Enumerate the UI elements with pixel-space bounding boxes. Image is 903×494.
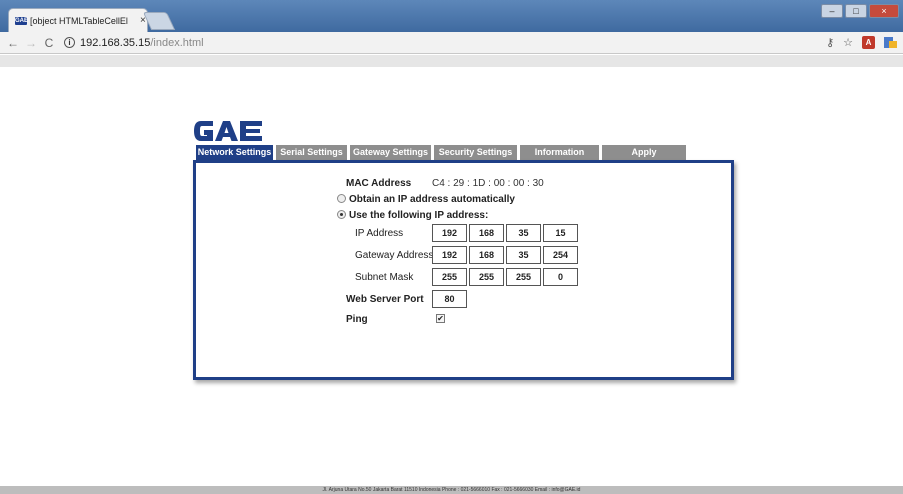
forward-arrow-icon[interactable]: →	[22, 36, 40, 50]
ip-octet-3[interactable]: 35	[506, 224, 541, 242]
toolbar-actions: ⚷ ☆ A	[826, 36, 897, 49]
tab-security-settings[interactable]: Security Settings	[434, 145, 517, 160]
page-header-band	[0, 55, 903, 67]
subnet-octet-4[interactable]: 0	[543, 268, 578, 286]
back-arrow-icon[interactable]: ←	[4, 36, 22, 50]
ip-octet-1[interactable]: 192	[432, 224, 467, 242]
extension-icon[interactable]	[884, 36, 897, 49]
auto-ip-radio[interactable]	[337, 194, 346, 203]
subnet-mask-label: Subnet Mask	[355, 272, 414, 283]
mac-address-value: C4 : 29 : 1D : 00 : 00 : 30	[432, 178, 544, 189]
subnet-octet-1[interactable]: 255	[432, 268, 467, 286]
ip-octet-4[interactable]: 15	[543, 224, 578, 242]
tab-serial-settings[interactable]: Serial Settings	[276, 145, 347, 160]
browser-toolbar: ← → C i 192.168.35.15/index.html	[0, 32, 903, 54]
web-server-port-input[interactable]: 80	[432, 290, 467, 308]
key-icon[interactable]: ⚷	[826, 36, 834, 49]
tab-information[interactable]: Information	[520, 145, 599, 160]
manual-ip-radio[interactable]	[337, 210, 346, 219]
browser-tab[interactable]: GAE [object HTMLTableCellEl ×	[8, 8, 148, 32]
mac-address-label: MAC Address	[346, 178, 412, 189]
info-icon[interactable]: i	[64, 37, 75, 48]
web-server-port-label: Web Server Port	[346, 294, 424, 305]
tab-gateway-settings[interactable]: Gateway Settings	[350, 145, 431, 160]
gae-favicon-icon: GAE	[15, 16, 29, 25]
ping-checkbox[interactable]: ✔	[436, 314, 445, 323]
ip-octet-2[interactable]: 168	[469, 224, 504, 242]
subnet-octet-2[interactable]: 255	[469, 268, 504, 286]
manual-ip-label[interactable]: Use the following IP address:	[349, 210, 488, 221]
star-icon[interactable]: ☆	[843, 36, 853, 49]
tab-apply[interactable]: Apply	[602, 145, 686, 160]
gateway-octet-4[interactable]: 254	[543, 246, 578, 264]
gae-logo	[194, 121, 262, 141]
gateway-octet-1[interactable]: 192	[432, 246, 467, 264]
settings-tabs: Network Settings Serial Settings Gateway…	[196, 145, 689, 160]
pdf-extension-icon[interactable]: A	[862, 36, 875, 49]
gateway-octet-3[interactable]: 35	[506, 246, 541, 264]
reload-icon[interactable]: C	[40, 36, 58, 50]
gateway-address-label: Gateway Address	[355, 250, 434, 261]
ping-label: Ping	[346, 314, 368, 325]
address-bar[interactable]: i 192.168.35.15/index.html	[64, 37, 204, 49]
maximize-button[interactable]: □	[845, 4, 867, 18]
page-footer: Jl. Arjuna Utara No.50 Jakarta Barat 115…	[0, 486, 903, 494]
window-controls: – □ ×	[821, 4, 899, 18]
minimize-button[interactable]: –	[821, 4, 843, 18]
gateway-octet-2[interactable]: 168	[469, 246, 504, 264]
subnet-octet-3[interactable]: 255	[506, 268, 541, 286]
close-window-button[interactable]: ×	[869, 4, 899, 18]
url-path: /index.html	[150, 36, 204, 49]
tab-network-settings[interactable]: Network Settings	[196, 145, 273, 160]
auto-ip-label[interactable]: Obtain an IP address automatically	[349, 194, 515, 205]
ip-address-label: IP Address	[355, 228, 404, 239]
url-host: 192.168.35.15	[80, 36, 151, 49]
tab-title: [object HTMLTableCellEl	[30, 15, 128, 26]
